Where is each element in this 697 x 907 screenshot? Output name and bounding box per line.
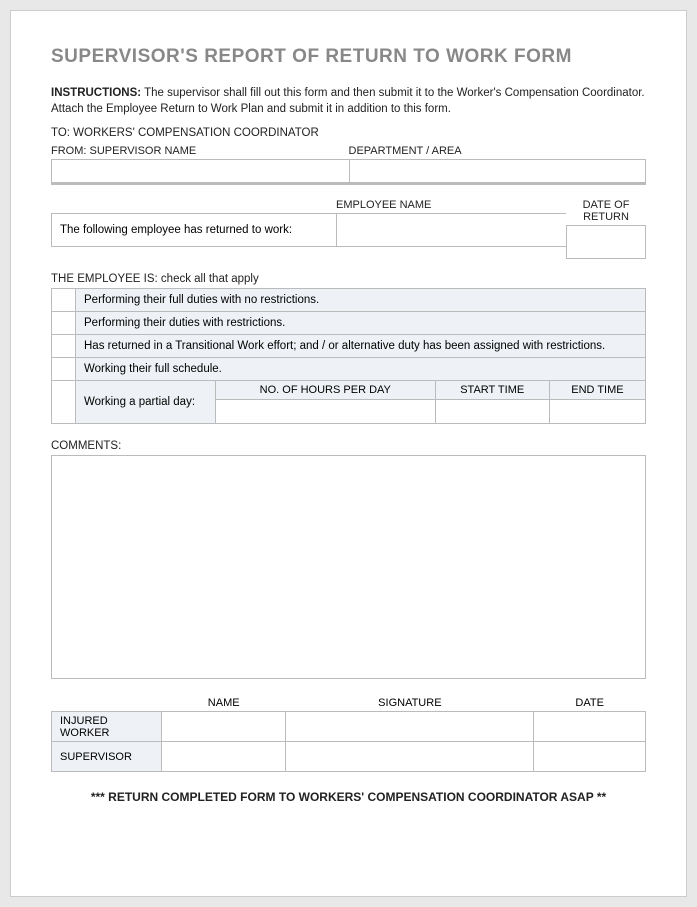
form-page: SUPERVISOR'S REPORT OF RETURN TO WORK FO… (10, 10, 687, 897)
sig-header-row: NAME SIGNATURE DATE (52, 697, 646, 712)
sig-injured-row: INJURED WORKER (52, 712, 646, 742)
checkbox-0[interactable] (52, 289, 76, 312)
check-row-2: Has returned in a Transitional Work effo… (52, 335, 646, 358)
employee-name-input[interactable] (336, 213, 566, 247)
sig-supervisor-signature-input[interactable] (286, 742, 534, 772)
check-section-label: THE EMPLOYEE IS: check all that apply (51, 273, 646, 285)
check-row-3: Working their full schedule. (52, 358, 646, 381)
sig-date-header: DATE (534, 697, 646, 712)
sig-blank-header (52, 697, 162, 712)
footer-text: *** RETURN COMPLETED FORM TO WORKERS' CO… (51, 790, 646, 804)
from-supervisor-input[interactable] (51, 159, 349, 185)
checkbox-3[interactable] (52, 358, 76, 381)
hours-header: NO. OF HOURS PER DAY (216, 381, 436, 400)
option-0: Performing their full duties with no res… (76, 289, 646, 312)
start-header: START TIME (435, 381, 549, 400)
from-department-col: DEPARTMENT / AREA (349, 145, 647, 185)
employee-blank-header (51, 199, 336, 213)
option-2: Has returned in a Transitional Work effo… (76, 335, 646, 358)
signature-table: NAME SIGNATURE DATE INJURED WORKER SUPER… (51, 697, 646, 772)
check-row-partial-header: Working a partial day: NO. OF HOURS PER … (52, 381, 646, 400)
sig-signature-header: SIGNATURE (286, 697, 534, 712)
employee-date-label: DATE OF RETURN (566, 199, 646, 225)
start-input[interactable] (435, 400, 549, 424)
from-row: FROM: SUPERVISOR NAME DEPARTMENT / AREA (51, 145, 646, 185)
option-3: Working their full schedule. (76, 358, 646, 381)
employee-text: The following employee has returned to w… (51, 213, 336, 247)
sig-injured-label: INJURED WORKER (52, 712, 162, 742)
instructions-text: The supervisor shall fill out this form … (51, 87, 645, 115)
sig-supervisor-label: SUPERVISOR (52, 742, 162, 772)
check-row-0: Performing their full duties with no res… (52, 289, 646, 312)
sig-supervisor-row: SUPERVISOR (52, 742, 646, 772)
employee-name-label: EMPLOYEE NAME (336, 199, 566, 213)
employee-text-col: The following employee has returned to w… (51, 199, 336, 259)
sig-name-header: NAME (162, 697, 286, 712)
employee-row: The following employee has returned to w… (51, 199, 646, 259)
end-header: END TIME (549, 381, 645, 400)
sig-injured-name-input[interactable] (162, 712, 286, 742)
sig-supervisor-date-input[interactable] (534, 742, 646, 772)
hours-input[interactable] (216, 400, 436, 424)
comments-input[interactable] (51, 455, 646, 679)
partial-label: Working a partial day: (76, 381, 216, 424)
option-1: Performing their duties with restriction… (76, 312, 646, 335)
comments-label: COMMENTS: (51, 440, 646, 452)
checkbox-4[interactable] (52, 381, 76, 424)
from-department-input[interactable] (349, 159, 647, 185)
sig-supervisor-name-input[interactable] (162, 742, 286, 772)
check-row-1: Performing their duties with restriction… (52, 312, 646, 335)
check-table: Performing their full duties with no res… (51, 288, 646, 424)
from-supervisor-col: FROM: SUPERVISOR NAME (51, 145, 349, 185)
employee-name-col: EMPLOYEE NAME (336, 199, 566, 259)
employee-date-col: DATE OF RETURN (566, 199, 646, 259)
from-department-label: DEPARTMENT / AREA (349, 145, 647, 157)
instructions-label: INSTRUCTIONS: (51, 87, 141, 99)
to-line: TO: WORKERS' COMPENSATION COORDINATOR (51, 127, 646, 139)
from-supervisor-label: FROM: SUPERVISOR NAME (51, 145, 349, 157)
sig-injured-date-input[interactable] (534, 712, 646, 742)
page-title: SUPERVISOR'S REPORT OF RETURN TO WORK FO… (51, 46, 646, 68)
checkbox-2[interactable] (52, 335, 76, 358)
instructions: INSTRUCTIONS: The supervisor shall fill … (51, 86, 646, 117)
sig-injured-signature-input[interactable] (286, 712, 534, 742)
end-input[interactable] (549, 400, 645, 424)
checkbox-1[interactable] (52, 312, 76, 335)
employee-date-input[interactable] (566, 225, 646, 259)
